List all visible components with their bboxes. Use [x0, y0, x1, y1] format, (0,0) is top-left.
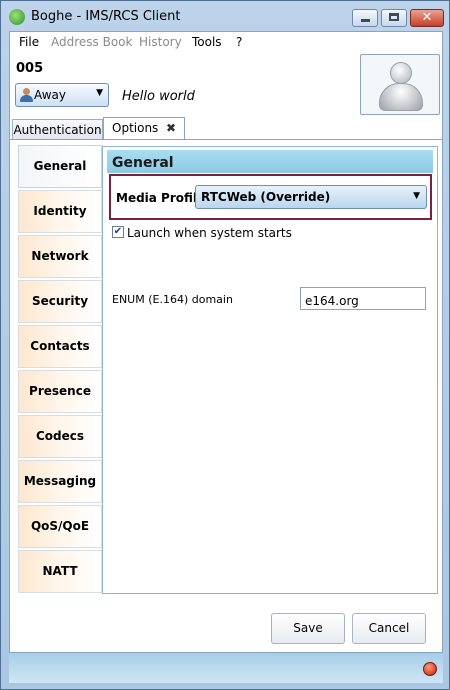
close-button[interactable]: ✕ [410, 9, 444, 27]
window-title: Boghe - IMS/RCS Client [31, 9, 181, 24]
launch-on-startup-label: Launch when system starts [127, 226, 292, 240]
client-area: File Address Book History Tools ? 005 Aw… [9, 31, 443, 653]
maximize-button[interactable] [381, 9, 407, 27]
chevron-down-icon: ▼ [413, 191, 420, 201]
tab-authentication[interactable]: Authentication [12, 119, 103, 139]
sidebar-item-natt[interactable]: NATT [18, 550, 102, 593]
tab-options-label: Options [112, 121, 159, 135]
enum-domain-field[interactable] [300, 287, 426, 310]
media-profile-group: Media Profil RTCWeb (Override) ▼ [109, 174, 432, 220]
close-icon: ✕ [421, 10, 433, 25]
save-button[interactable]: Save [271, 613, 345, 644]
sidebar-item-codecs[interactable]: Codecs [18, 415, 102, 458]
media-profile-label: Media Profil [116, 191, 198, 205]
menu-history[interactable]: History [139, 35, 182, 49]
connection-status-icon [423, 662, 437, 676]
minimize-button[interactable] [352, 9, 378, 27]
sidebar-item-security[interactable]: Security [18, 280, 102, 323]
avatar-head-icon [390, 62, 412, 84]
status-bar [9, 653, 443, 683]
tab-options[interactable]: Options ✖ [103, 117, 185, 139]
menu-address-book[interactable]: Address Book [51, 35, 132, 49]
general-settings-panel: General Media Profil RTCWeb (Override) ▼… [102, 146, 438, 594]
avatar-body-icon [379, 83, 423, 111]
maximize-icon [389, 13, 399, 21]
section-title: General [107, 150, 433, 173]
identity-number: 005 [16, 61, 44, 76]
status-value: Away [34, 88, 66, 102]
sidebar-item-messaging[interactable]: Messaging [18, 460, 102, 503]
mood-text[interactable]: Hello world [122, 89, 195, 104]
app-window: Boghe - IMS/RCS Client ✕ File Address Bo… [0, 0, 450, 690]
launch-on-startup-checkbox[interactable]: ✔ [112, 226, 124, 238]
minimize-icon [361, 19, 370, 22]
menu-tools[interactable]: Tools [192, 35, 222, 49]
presence-status-dropdown[interactable]: Away ▼ [15, 83, 109, 107]
tab-strip: Authentication Options ✖ [10, 117, 442, 139]
cancel-button[interactable]: Cancel [352, 613, 426, 644]
close-tab-icon[interactable]: ✖ [166, 121, 176, 135]
sidebar-item-general[interactable]: General [18, 145, 102, 188]
sidebar-item-identity[interactable]: Identity [18, 190, 102, 233]
media-profile-value: RTCWeb (Override) [201, 190, 331, 204]
enum-domain-label: ENUM (E.164) domain [112, 293, 233, 306]
avatar[interactable] [360, 54, 440, 115]
menu-bar: File Address Book History Tools ? [10, 32, 442, 52]
user-away-icon [20, 88, 33, 102]
sidebar-item-presence[interactable]: Presence [18, 370, 102, 413]
media-profile-select[interactable]: RTCWeb (Override) ▼ [195, 185, 427, 209]
title-bar[interactable]: Boghe - IMS/RCS Client ✕ [1, 1, 449, 31]
sidebar-item-network[interactable]: Network [18, 235, 102, 278]
menu-file[interactable]: File [19, 35, 39, 49]
menu-help[interactable]: ? [236, 35, 242, 49]
sidebar-item-contacts[interactable]: Contacts [18, 325, 102, 368]
app-phone-icon [9, 9, 25, 25]
chevron-down-icon: ▼ [96, 88, 103, 98]
sidebar-item-qos-qoe[interactable]: QoS/QoE [18, 505, 102, 548]
